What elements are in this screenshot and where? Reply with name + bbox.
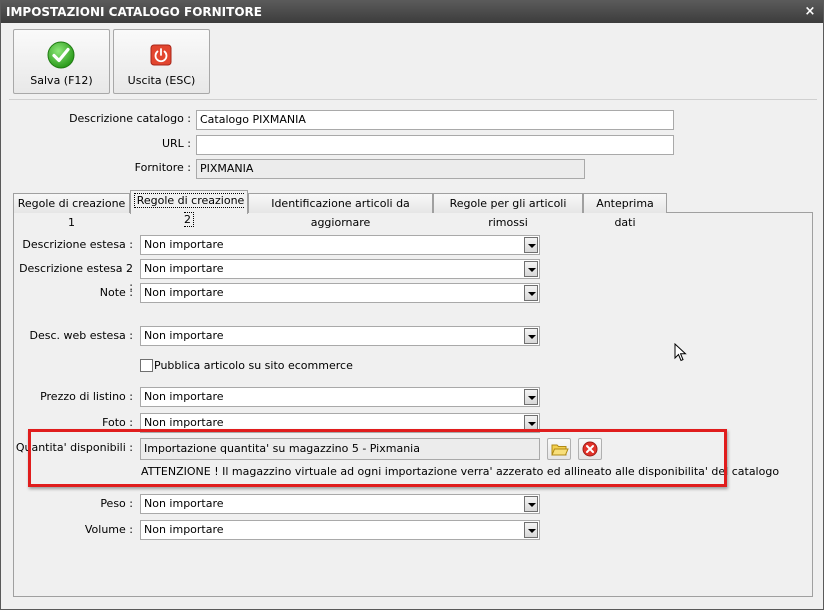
- desc-web-estesa-select[interactable]: Non importare: [140, 326, 540, 346]
- dialog-window: IMPOSTAZIONI CATALOGO FORNITORE × Salva …: [0, 0, 824, 610]
- descrizione-estesa-label: Descrizione estesa :: [22, 238, 133, 251]
- window-title: IMPOSTAZIONI CATALOGO FORNITORE: [6, 5, 262, 19]
- volume-select[interactable]: Non importare: [140, 520, 540, 540]
- tab-identificazione-articoli[interactable]: Identificazione articoli da aggiornare: [248, 193, 433, 229]
- fornitore-field: PIXMANIA: [196, 159, 585, 179]
- descrizione-estesa-2-select[interactable]: Non importare: [140, 259, 540, 279]
- tab-articoli-rimossi[interactable]: Regole per gli articoli rimossi: [433, 193, 583, 229]
- chevron-down-icon[interactable]: [524, 285, 538, 301]
- note-label: Note :: [99, 286, 133, 299]
- desc-web-estesa-label: Desc. web estesa :: [29, 329, 133, 342]
- highlight-box: [28, 429, 727, 487]
- note-select[interactable]: Non importare: [140, 283, 540, 303]
- pubblica-label: Pubblica articolo su sito ecommerce: [154, 359, 353, 372]
- descrizione-catalogo-label: Descrizione catalogo :: [69, 112, 191, 125]
- tab-regole-creazione-1[interactable]: Regole di creazione 1: [13, 193, 130, 229]
- power-icon: [150, 44, 172, 66]
- chevron-down-icon[interactable]: [524, 328, 538, 344]
- peso-label: Peso :: [100, 497, 133, 510]
- title-bar: IMPOSTAZIONI CATALOGO FORNITORE ×: [1, 1, 823, 23]
- prezzo-listino-label: Prezzo di listino :: [40, 390, 133, 403]
- descrizione-catalogo-field[interactable]: Catalogo PIXMANIA: [196, 110, 674, 130]
- mouse-cursor-icon: [674, 343, 687, 362]
- chevron-down-icon[interactable]: [524, 496, 538, 512]
- url-label: URL :: [161, 137, 191, 150]
- descrizione-estesa-select[interactable]: Non importare: [140, 235, 540, 255]
- tab-anteprima-dati[interactable]: Anteprima dati: [583, 193, 667, 229]
- url-field[interactable]: [196, 135, 674, 155]
- toolbar-separator: [9, 99, 817, 100]
- pubblica-checkbox[interactable]: [140, 359, 153, 372]
- exit-button[interactable]: Uscita (ESC): [113, 29, 210, 94]
- fornitore-label: Fornitore :: [134, 161, 191, 174]
- save-button-label: Salva (F12): [30, 74, 93, 87]
- prezzo-listino-select[interactable]: Non importare: [140, 387, 540, 407]
- save-button[interactable]: Salva (F12): [13, 29, 110, 94]
- chevron-down-icon[interactable]: [524, 389, 538, 405]
- close-icon[interactable]: ×: [803, 1, 817, 23]
- peso-select[interactable]: Non importare: [140, 494, 540, 514]
- checkmark-icon: [47, 41, 75, 69]
- chevron-down-icon[interactable]: [524, 237, 538, 253]
- chevron-down-icon[interactable]: [524, 522, 538, 538]
- exit-button-label: Uscita (ESC): [127, 74, 196, 87]
- tab-regole-creazione-2[interactable]: Regole di creazione 2: [130, 190, 248, 227]
- volume-label: Volume :: [84, 523, 133, 536]
- chevron-down-icon[interactable]: [524, 261, 538, 277]
